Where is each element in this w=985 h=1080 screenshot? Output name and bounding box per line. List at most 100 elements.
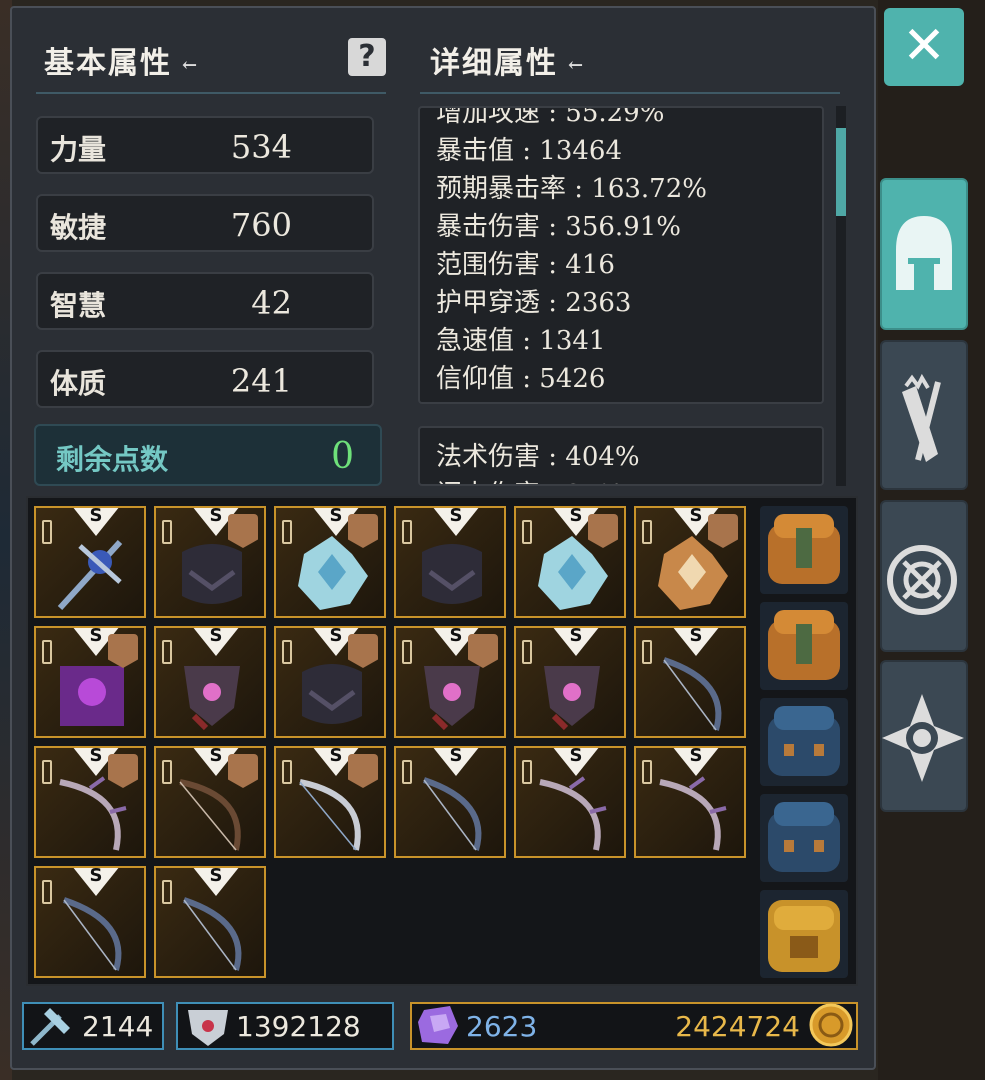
- armor-icon: [422, 544, 482, 604]
- crystal-value: 2623: [466, 1010, 538, 1043]
- lock-tag-icon: [402, 520, 412, 544]
- help-button[interactable]: ?: [348, 38, 386, 76]
- stat-row-wisdom: 智慧 42: [36, 272, 374, 330]
- grade-label: S: [329, 626, 343, 646]
- divider: [420, 92, 840, 94]
- detail-stat: 暴击值 : 13464: [436, 136, 622, 166]
- inventory-slot[interactable]: S: [634, 506, 746, 618]
- gold-value: 2424724: [675, 1010, 800, 1043]
- inventory-slot[interactable]: S: [154, 506, 266, 618]
- tab-gems[interactable]: [880, 660, 968, 812]
- inventory-slot[interactable]: S: [274, 626, 386, 738]
- shield-value: 1392128: [236, 1010, 361, 1043]
- lock-tag-icon: [642, 760, 652, 784]
- lock-tag-icon: [642, 640, 652, 664]
- inventory-slot[interactable]: S: [634, 626, 746, 738]
- detail-stat: 闪电伤害 : 35%: [436, 474, 623, 484]
- gem-icon: [882, 694, 964, 782]
- inventory-slot[interactable]: S: [154, 746, 266, 858]
- inventory-slot[interactable]: S: [394, 506, 506, 618]
- lock-tag-icon: [402, 760, 412, 784]
- grade-label: S: [689, 626, 703, 646]
- inventory-slot[interactable]: S: [34, 626, 146, 738]
- inventory-slot[interactable]: S: [34, 746, 146, 858]
- lock-tag-icon: [282, 640, 292, 664]
- close-button[interactable]: ✕: [884, 8, 964, 86]
- bag-slot[interactable]: [760, 698, 848, 786]
- divider: [36, 92, 386, 94]
- remaining-points-label: 剩余点数: [56, 443, 169, 476]
- detail-stat: 增加攻速 : 55.29%: [436, 106, 665, 128]
- stat-value: 42: [251, 284, 292, 322]
- stat-value: 534: [230, 128, 292, 166]
- remaining-points-value: 0: [331, 436, 354, 477]
- bag-slot[interactable]: [760, 794, 848, 882]
- shield-icon: [188, 1010, 228, 1046]
- grade-label: S: [89, 506, 103, 526]
- shield-icon: [184, 666, 240, 731]
- inventory-slot[interactable]: S: [634, 746, 746, 858]
- grade-label: S: [449, 626, 463, 646]
- crystal-gold-currency: 2623 2424724: [410, 1002, 858, 1050]
- arrow-icon: ←: [182, 54, 200, 76]
- grade-label: S: [569, 506, 583, 526]
- detail-stats-list[interactable]: 增加攻速 : 55.29% 暴击值 : 13464 预期暴击率 : 163.72…: [418, 106, 824, 404]
- grade-label: S: [89, 746, 103, 766]
- lock-tag-icon: [282, 760, 292, 784]
- inventory-slot[interactable]: S: [394, 626, 506, 738]
- inventory-slot[interactable]: S: [34, 506, 146, 618]
- detail-stat: 预期暴击率 : 163.72%: [436, 174, 707, 204]
- lock-tag-icon: [162, 640, 172, 664]
- gloves-icon: [902, 373, 941, 462]
- scrollbar-thumb[interactable]: [836, 128, 846, 216]
- detail-attributes-label: 详细属性: [430, 46, 558, 81]
- detail-stat: 信仰值 : 5426: [436, 364, 606, 394]
- lock-tag-icon: [642, 520, 652, 544]
- stat-value: 241: [230, 362, 292, 400]
- tab-equipment[interactable]: [880, 178, 968, 330]
- grade-label: S: [329, 746, 343, 766]
- grade-label: S: [569, 746, 583, 766]
- lock-tag-icon: [402, 640, 412, 664]
- detail-stat: 护甲穿透 : 2363: [436, 288, 632, 318]
- inventory-slot[interactable]: S: [514, 506, 626, 618]
- inventory-slot[interactable]: S: [154, 626, 266, 738]
- bow-ornate-icon: [539, 776, 607, 851]
- grade-label: S: [209, 746, 223, 766]
- grade-label: S: [449, 746, 463, 766]
- detail-attributes-title[interactable]: 详细属性 ←: [430, 38, 585, 82]
- inventory-slot[interactable]: S: [154, 866, 266, 978]
- detail-stats-list-2[interactable]: 法术伤害 : 404% 闪电伤害 : 35%: [418, 426, 824, 486]
- shield-currency: 1392128: [176, 1002, 394, 1050]
- detail-stat: 法术伤害 : 404%: [436, 442, 640, 472]
- arrow-icon: ←: [568, 54, 586, 76]
- grade-label: S: [689, 746, 703, 766]
- bag-slot[interactable]: [760, 602, 848, 690]
- tab-skills[interactable]: [880, 340, 968, 490]
- inventory-slot[interactable]: S: [274, 506, 386, 618]
- grade-label: S: [209, 506, 223, 526]
- target-icon: [887, 545, 957, 615]
- brown-bag-icon: [768, 514, 840, 584]
- stat-row-constitution: 体质 241: [36, 350, 374, 408]
- blue-bag-icon: [768, 706, 840, 776]
- inventory-slot[interactable]: S: [34, 866, 146, 978]
- pickaxe-value: 2144: [82, 1010, 154, 1043]
- bow-icon: [63, 897, 122, 971]
- bow-icon: [663, 657, 722, 731]
- stat-row-strength: 力量 534: [36, 116, 374, 174]
- lock-tag-icon: [522, 760, 532, 784]
- bag-slot[interactable]: [760, 506, 848, 594]
- basic-attributes-label: 基本属性: [44, 46, 172, 81]
- inventory-slot[interactable]: S: [394, 746, 506, 858]
- blue-bag-icon: [768, 802, 840, 872]
- inventory-slot[interactable]: S: [514, 626, 626, 738]
- stat-label: 智慧: [50, 289, 107, 322]
- inventory-slot[interactable]: S: [274, 746, 386, 858]
- basic-attributes-title[interactable]: 基本属性 ←: [44, 38, 199, 82]
- lock-tag-icon: [42, 880, 52, 904]
- stat-label: 体质: [50, 367, 107, 400]
- tab-target[interactable]: [880, 500, 968, 652]
- inventory-slot[interactable]: S: [514, 746, 626, 858]
- bag-slot[interactable]: [760, 890, 848, 978]
